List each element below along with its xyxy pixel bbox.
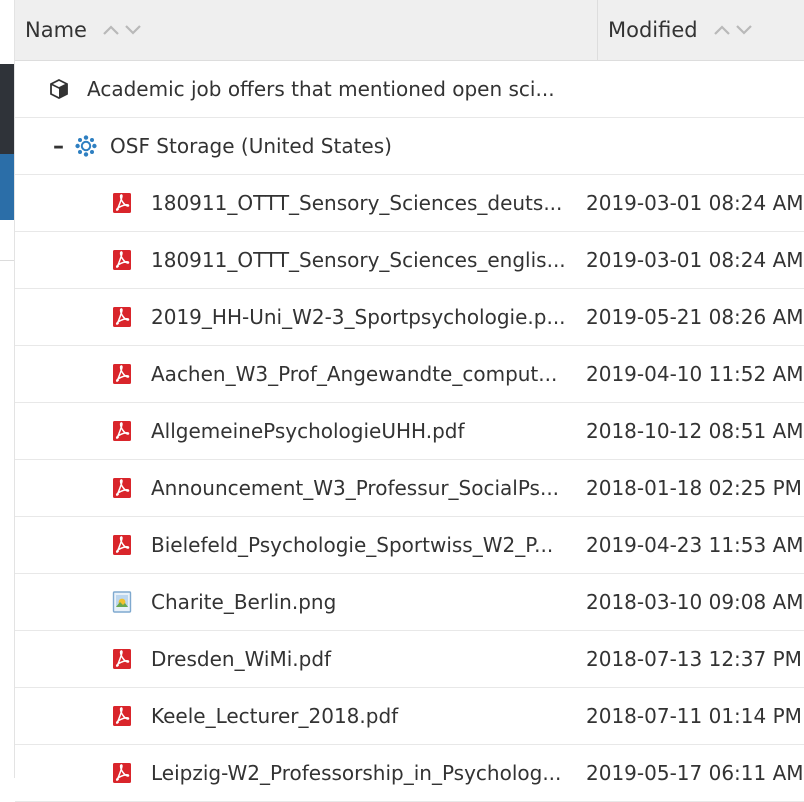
file-browser-grid: Name Modified Academic job offers that m… xyxy=(14,0,804,802)
modified-column-header[interactable]: Modified xyxy=(597,0,752,60)
file-modified-date: 2018-07-13 12:37 PM xyxy=(586,647,802,671)
pdf-file-icon xyxy=(111,249,133,271)
file-row[interactable]: 180911_OTTT_Sensory_Sciences_deuts... 201… xyxy=(15,175,804,232)
pdf-file-icon xyxy=(111,192,133,214)
file-modified-date: 2019-04-23 11:53 AM xyxy=(586,533,804,557)
file-modified-date: 2018-03-10 09:08 AM xyxy=(586,590,804,614)
file-list: 180911_OTTT_Sensory_Sciences_deuts... 201… xyxy=(15,175,804,802)
project-title: Academic job offers that mentioned open … xyxy=(87,77,555,101)
pdf-file-icon xyxy=(111,705,133,727)
pdf-file-icon xyxy=(111,306,133,328)
file-name[interactable]: Aachen_W3_Prof_Angewandte_comput... xyxy=(151,362,557,386)
modified-header-label: Modified xyxy=(608,18,698,42)
pdf-file-icon xyxy=(111,534,133,556)
file-modified-date: 2018-10-12 08:51 AM xyxy=(586,419,804,443)
name-header-label: Name xyxy=(25,18,87,42)
file-row[interactable]: Aachen_W3_Prof_Angewandte_comput... 2019-… xyxy=(15,346,804,403)
sort-descending-icon[interactable] xyxy=(735,25,752,35)
file-name-cell: 180911_OTTT_Sensory_Sciences_englis... xyxy=(111,248,566,272)
sort-descending-icon[interactable] xyxy=(125,25,141,35)
file-row[interactable]: Dresden_WiMi.pdf 2018-07-13 12:37 PM xyxy=(15,631,804,688)
pdf-file-icon xyxy=(111,762,133,784)
background-dark-panel xyxy=(0,64,14,154)
file-name-cell: Dresden_WiMi.pdf xyxy=(111,647,331,671)
cube-icon xyxy=(47,79,71,99)
file-name-cell: 180911_OTTT_Sensory_Sciences_deuts... xyxy=(111,191,562,215)
storage-row[interactable]: – OSF Storage (United States) xyxy=(15,118,804,175)
project-name-cell: Academic job offers that mentioned open … xyxy=(47,77,555,101)
file-row[interactable]: Charite_Berlin.png 2018-03-10 09:08 AM xyxy=(15,574,804,631)
file-name[interactable]: Charite_Berlin.png xyxy=(151,590,336,614)
file-row[interactable]: 180911_OTTT_Sensory_Sciences_englis... 20… xyxy=(15,232,804,289)
file-row[interactable]: AllgemeinePsychologieUHH.pdf 2018-10-12 0… xyxy=(15,403,804,460)
file-name-cell: 2019_HH-Uni_W2-3_Sportpsychologie.p... xyxy=(111,305,566,329)
file-row[interactable]: Keele_Lecturer_2018.pdf 2018-07-11 01:14 … xyxy=(15,688,804,745)
file-name[interactable]: Bielefeld_Psychologie_Sportwiss_W2_P... xyxy=(151,533,553,557)
grid-header: Name Modified xyxy=(15,0,804,61)
name-sort-controls xyxy=(103,25,141,35)
file-row[interactable]: Announcement_W3_Professur_SocialPs... 201… xyxy=(15,460,804,517)
collapse-toggle[interactable]: – xyxy=(53,134,64,159)
project-row[interactable]: Academic job offers that mentioned open … xyxy=(15,61,804,118)
storage-name-cell: – OSF Storage (United States) xyxy=(53,134,392,159)
file-modified-date: 2018-07-11 01:14 PM xyxy=(586,704,802,728)
file-name-cell: Keele_Lecturer_2018.pdf xyxy=(111,704,398,728)
file-name[interactable]: Leipzig-W2_Professorship_in_Psycholog... xyxy=(151,761,561,785)
sort-ascending-icon[interactable] xyxy=(103,25,119,35)
file-name[interactable]: Keele_Lecturer_2018.pdf xyxy=(151,704,398,728)
file-name[interactable]: 180911_OTTT_Sensory_Sciences_englis... xyxy=(151,248,566,272)
pdf-file-icon xyxy=(111,363,133,385)
pdf-file-icon xyxy=(111,477,133,499)
file-row[interactable]: Leipzig-W2_Professorship_in_Psycholog...… xyxy=(15,745,804,802)
file-modified-date: 2019-05-21 08:26 AM xyxy=(586,305,804,329)
sort-ascending-icon[interactable] xyxy=(713,25,730,35)
file-name[interactable]: 2019_HH-Uni_W2-3_Sportpsychologie.p... xyxy=(151,305,566,329)
file-modified-date: 2019-03-01 08:24 AM xyxy=(586,248,804,272)
background-blue-panel xyxy=(0,154,14,220)
background-panel-edge xyxy=(0,0,14,778)
file-name[interactable]: 180911_OTTT_Sensory_Sciences_deuts... xyxy=(151,191,562,215)
storage-title: OSF Storage (United States) xyxy=(110,134,392,158)
file-name[interactable]: Dresden_WiMi.pdf xyxy=(151,647,331,671)
pdf-file-icon xyxy=(111,420,133,442)
file-name-cell: Leipzig-W2_Professorship_in_Psycholog... xyxy=(111,761,561,785)
file-row[interactable]: Bielefeld_Psychologie_Sportwiss_W2_P... 2… xyxy=(15,517,804,574)
file-modified-date: 2019-03-01 08:24 AM xyxy=(586,191,804,215)
file-name[interactable]: Announcement_W3_Professur_SocialPs... xyxy=(151,476,559,500)
pdf-file-icon xyxy=(111,648,133,670)
modified-sort-controls xyxy=(713,25,752,35)
file-name-cell: Charite_Berlin.png xyxy=(111,590,336,614)
file-row[interactable]: 2019_HH-Uni_W2-3_Sportpsychologie.p... 20… xyxy=(15,289,804,346)
file-name-cell: Aachen_W3_Prof_Angewandte_comput... xyxy=(111,362,557,386)
file-name-cell: Bielefeld_Psychologie_Sportwiss_W2_P... xyxy=(111,533,553,557)
name-column-header[interactable]: Name xyxy=(25,0,141,60)
background-light-panel xyxy=(0,220,14,261)
file-name-cell: AllgemeinePsychologieUHH.pdf xyxy=(111,419,465,443)
file-name-cell: Announcement_W3_Professur_SocialPs... xyxy=(111,476,559,500)
image-file-icon xyxy=(111,591,133,613)
file-modified-date: 2019-04-10 11:52 AM xyxy=(586,362,804,386)
file-modified-date: 2018-01-18 02:25 PM xyxy=(586,476,802,500)
file-modified-date: 2019-05-17 06:11 AM xyxy=(586,761,804,785)
file-name[interactable]: AllgemeinePsychologieUHH.pdf xyxy=(151,419,465,443)
storage-gear-icon xyxy=(74,135,98,157)
